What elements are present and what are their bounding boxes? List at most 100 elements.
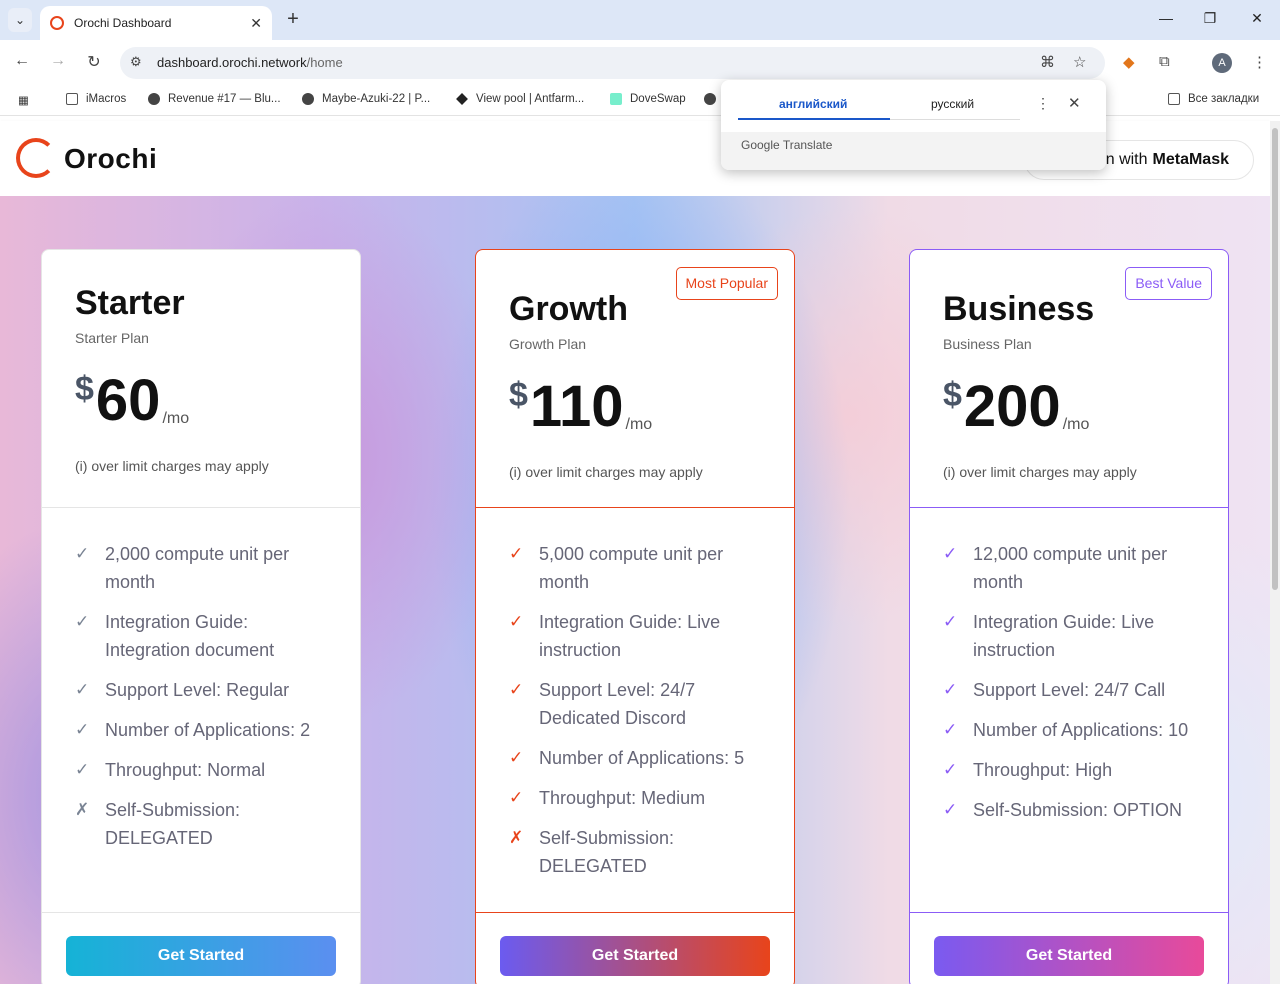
check-icon: ✓ (943, 720, 958, 739)
feature-item: ✓ 5,000 compute unit per month (509, 540, 769, 596)
apps-grid-icon[interactable]: ▦ (18, 93, 29, 107)
bookmark-revenue[interactable]: Revenue #17 — Blu... (148, 93, 281, 105)
forward-icon[interactable]: → (47, 52, 69, 70)
profile-avatar[interactable]: A (1212, 53, 1232, 73)
check-icon: ✓ (509, 544, 524, 563)
plan-name: Business (943, 290, 1095, 328)
chart-icon (610, 93, 622, 105)
get-started-button[interactable]: Get Started (66, 936, 336, 976)
feature-item: ✓ Integration Guide: Integration document (75, 608, 335, 664)
plan-card-growth: Most Popular Growth Growth Plan $ 110 /m… (475, 249, 795, 984)
plan-price: $ 60 /mo (75, 368, 190, 433)
feature-list: ✓ 12,000 compute unit per month ✓ Integrat… (943, 540, 1203, 836)
back-icon[interactable]: ← (11, 52, 33, 70)
price-currency: $ (75, 370, 94, 408)
source-language-tab[interactable]: английский (779, 97, 847, 111)
check-icon: ✓ (75, 612, 90, 631)
google-translate-brand: Google Translate (741, 138, 833, 152)
logo-text[interactable]: Orochi (64, 143, 157, 175)
check-icon: ✓ (943, 544, 958, 563)
feature-item: ✓ Integration Guide: Live instruction (943, 608, 1203, 664)
check-icon: ✓ (509, 748, 524, 767)
metamask-extension-icon[interactable]: ◆ (1123, 53, 1135, 71)
price-note: (i) over limit charges may apply (509, 464, 703, 480)
plan-name: Growth (509, 290, 628, 328)
orochi-logo-icon[interactable] (16, 138, 56, 178)
divider (42, 912, 360, 913)
check-icon: ✓ (943, 612, 958, 631)
reload-icon[interactable]: ↻ (83, 52, 105, 72)
url-host: dashboard.orochi.network (157, 55, 307, 70)
price-amount: 60 (95, 368, 161, 433)
tab-close-icon[interactable]: ✕ (250, 15, 262, 32)
bookmark-maybe-azuki[interactable]: Maybe-Azuki-22 | P... (302, 93, 430, 105)
browser-tab[interactable]: Orochi Dashboard ✕ (40, 6, 272, 40)
site-icon (704, 93, 716, 105)
bookmark-view-pool[interactable]: View pool | Antfarm... (456, 93, 584, 105)
bookmark-doveswap[interactable]: DoveSwap (610, 93, 686, 105)
price-period: /mo (162, 410, 190, 427)
price-note: (i) over limit charges may apply (943, 464, 1137, 480)
feature-item: ✓ Support Level: 24/7 Dedicated Discord (509, 676, 769, 732)
most-popular-badge: Most Popular (675, 267, 778, 300)
check-icon: ✓ (509, 788, 524, 807)
get-started-button[interactable]: Get Started (934, 936, 1204, 976)
get-started-button[interactable]: Get Started (500, 936, 770, 976)
tab-search-chevron-icon[interactable]: ⌄ (8, 8, 32, 32)
connect-brand: MetaMask (1152, 151, 1229, 168)
check-icon: ✓ (943, 800, 958, 819)
bookmark-star-icon[interactable]: ☆ (1073, 53, 1086, 71)
bookmark-imacros[interactable]: iMacros (66, 93, 126, 105)
feature-item: ✓ 12,000 compute unit per month (943, 540, 1203, 596)
window-close-icon[interactable]: ✕ (1247, 10, 1267, 27)
connect-prefix: n with (1105, 151, 1148, 168)
site-icon (302, 93, 314, 105)
check-icon: ✓ (943, 680, 958, 699)
feature-item: ✓ Throughput: Normal (75, 756, 335, 784)
minimize-icon[interactable]: — (1156, 10, 1176, 26)
translate-options-icon[interactable]: ⋮ (1036, 95, 1050, 112)
translate-popup: английский русский ⋮ ✕ Google Translate (721, 80, 1106, 170)
translate-close-icon[interactable]: ✕ (1068, 94, 1081, 112)
all-bookmarks[interactable]: Все закладки (1168, 93, 1259, 105)
check-icon: ✓ (75, 680, 90, 699)
target-language-tab[interactable]: русский (931, 97, 974, 111)
check-icon: ✓ (75, 760, 90, 779)
url-path: /home (306, 55, 343, 70)
check-icon: ✓ (75, 544, 90, 563)
feature-item: ✓ Support Level: 24/7 Call (943, 676, 1203, 704)
extensions-icon[interactable]: ⧉ (1159, 53, 1170, 70)
feature-item: ✓ Number of Applications: 2 (75, 716, 335, 744)
orochi-favicon-icon (50, 16, 64, 30)
check-icon: ✓ (75, 720, 90, 739)
translate-icon[interactable]: ⌘ (1040, 53, 1055, 71)
folder-icon (66, 93, 78, 105)
plan-subtitle: Starter Plan (75, 330, 149, 346)
feature-item: ✓ Throughput: High (943, 756, 1203, 784)
browser-menu-icon[interactable]: ⋮ (1252, 53, 1267, 71)
plan-subtitle: Business Plan (943, 336, 1032, 352)
url-text[interactable]: dashboard.orochi.network/home (157, 55, 343, 70)
feature-item: ✓ Integration Guide: Live instruction (509, 608, 769, 664)
feature-item: ✓ Number of Applications: 5 (509, 744, 769, 772)
plan-card-business: Best Value Business Business Plan $ 200 … (909, 249, 1229, 984)
feature-item: ✗ Self-Submission: DELEGATED (75, 796, 335, 852)
price-amount: 200 (963, 374, 1061, 439)
restore-icon[interactable]: ❐ (1200, 10, 1220, 27)
scrollbar-thumb[interactable] (1272, 128, 1278, 590)
check-icon: ✓ (943, 760, 958, 779)
active-tab-indicator (738, 118, 890, 120)
cross-icon: ✗ (509, 828, 524, 847)
feature-list: ✓ 2,000 compute unit per month ✓ Integrati… (75, 540, 335, 864)
price-period: /mo (625, 416, 653, 433)
plan-price: $ 200 /mo (943, 374, 1089, 439)
best-value-badge: Best Value (1125, 267, 1212, 300)
new-tab-icon[interactable]: + (282, 8, 304, 31)
tab-divider (890, 119, 1020, 120)
feature-item: ✓ 2,000 compute unit per month (75, 540, 335, 596)
feature-item: ✓ Number of Applications: 10 (943, 716, 1203, 744)
price-currency: $ (943, 376, 962, 414)
site-info-icon[interactable]: ⚙ (130, 54, 142, 70)
folder-icon (1168, 93, 1180, 105)
price-currency: $ (509, 376, 528, 414)
